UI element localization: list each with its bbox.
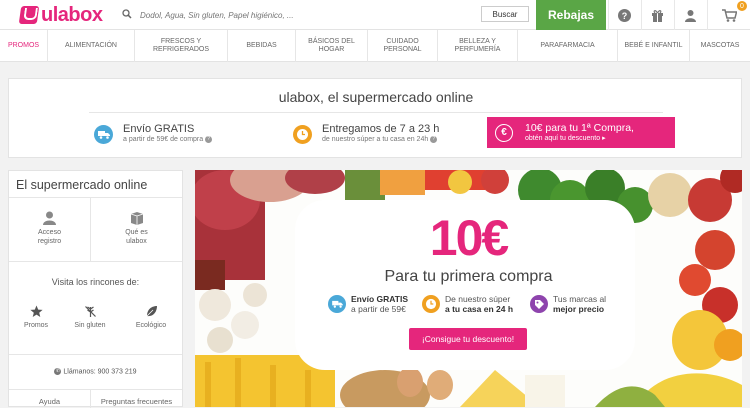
promo-sub-text: obtén aquí tu descuento — [525, 135, 601, 142]
search-input[interactable] — [140, 6, 470, 24]
what-is-ulabox-link[interactable]: Qué es ulabox — [91, 211, 182, 246]
corner-eco-link[interactable]: Ecológico — [125, 305, 177, 330]
divider — [9, 354, 182, 355]
first-purchase-promo[interactable]: € 10€ para tu 1ª Compra, obtén aquí tu d… — [487, 117, 675, 148]
hero-shipping-line1: Envío GRATIS — [351, 294, 408, 304]
hero-delivery-line1: De nuestro súper — [445, 294, 511, 304]
delivery-feature: Entregamos de 7 a 23 h de nuestro súper … — [293, 119, 439, 149]
corner-gluten-label: Sin gluten — [74, 322, 106, 329]
euro-icon: € — [495, 123, 513, 142]
hero-shipping-line2: a partir de 59€ — [351, 304, 406, 314]
tag-icon — [530, 295, 548, 313]
hero-brands-feature: Tus marcas al mejor precio — [530, 294, 606, 314]
wheat-crossed-icon — [84, 306, 96, 317]
clock-icon — [293, 124, 312, 144]
nav-promos[interactable]: PROMOS — [0, 30, 48, 62]
corner-eco-label: Ecológico — [135, 322, 167, 329]
divider — [9, 197, 182, 198]
account-button[interactable] — [674, 0, 706, 30]
truck-icon — [328, 295, 346, 313]
cart-icon — [721, 8, 737, 22]
sale-button[interactable]: Rebajas — [536, 0, 606, 30]
nav-bebidas[interactable]: BEBIDAS — [228, 30, 296, 62]
nav-frescos[interactable]: FRESCOS Y REFRIGERADOS — [135, 30, 228, 62]
help-icon: ? — [618, 8, 631, 22]
hero-brands-line2: mejor precio — [553, 304, 605, 314]
svg-text:?: ? — [622, 11, 628, 21]
corner-promos-link[interactable]: Promos — [15, 305, 57, 330]
promo-main-text: 10€ para tu 1ª Compra, — [525, 122, 634, 134]
star-icon — [29, 305, 43, 317]
nav-parafarmacia[interactable]: PARAFARMACIA — [518, 30, 618, 62]
search-icon — [122, 9, 132, 19]
welcome-title: ulabox, el supermercado online — [278, 89, 474, 105]
faq-link[interactable]: Preguntas frecuentes — [91, 397, 182, 406]
clock-icon — [422, 295, 440, 313]
play-arrow-icon: ▸ — [602, 135, 606, 142]
leaf-icon — [146, 306, 157, 317]
info-icon[interactable]: ? — [205, 135, 213, 143]
shipping-main-text: Envío GRATIS — [123, 123, 195, 135]
help-button[interactable]: ? — [608, 0, 640, 30]
access-register-link[interactable]: Acceso registro — [9, 211, 90, 246]
sidebar-title: El supermercado online — [16, 178, 148, 192]
get-discount-button[interactable]: ¡Consigue tu descuento! — [409, 328, 527, 350]
hero-delivery-line2: a tu casa en 24 h — [445, 304, 514, 314]
corner-gluten-link[interactable]: Sin gluten — [67, 305, 113, 330]
hero-shipping-feature: Envío GRATIS a partir de 59€ — [328, 294, 408, 314]
nav-cuidado-personal[interactable]: CUIDADO PERSONAL — [368, 30, 438, 62]
logo-mark-icon — [18, 6, 40, 24]
hero-subtitle: Para tu primera compra — [384, 268, 553, 285]
cart-count-badge: 0 — [737, 1, 747, 11]
phone-icon: ✆ — [54, 368, 62, 375]
logo-text: ulabox — [41, 3, 103, 26]
delivery-sub-text: de nuestro súper a tu casa en 24h — [322, 136, 429, 143]
phone-contact[interactable]: ✆ Llámanos: 900 373 219 — [9, 368, 182, 375]
help-link[interactable]: Ayuda — [9, 397, 90, 406]
delivery-main-text: Entregamos de 7 a 23 h — [322, 123, 440, 135]
box-icon — [130, 212, 143, 225]
ulabox-label: ulabox — [126, 238, 147, 245]
truck-icon — [94, 124, 113, 144]
food-frame-image — [195, 170, 742, 407]
corners-title: Visita los rincones de: — [51, 277, 140, 287]
nav-bebe[interactable]: BEBÉ E INFANTIL — [618, 30, 690, 62]
divider — [9, 389, 182, 390]
register-label: registro — [37, 238, 62, 245]
nav-alimentacion[interactable]: ALIMENTACIÓN — [48, 30, 135, 62]
free-shipping-feature: Envío GRATIS a partir de 59€ de compra ? — [94, 119, 213, 149]
access-label: Acceso — [38, 229, 61, 236]
ulabox-logo[interactable]: ulabox — [18, 3, 103, 26]
user-icon — [685, 9, 696, 22]
nav-mascotas[interactable]: MASCOTAS — [690, 30, 750, 62]
hero-discount-amount: 10€ — [429, 210, 509, 266]
phone-text: Llámanos: 900 373 219 — [63, 368, 137, 376]
hero-banner[interactable]: 10€ Para tu primera compra Envío GRATIS a… — [195, 170, 742, 407]
category-nav: PROMOS ALIMENTACIÓN FRESCOS Y REFRIGERAD… — [0, 30, 750, 62]
gift-icon — [652, 9, 663, 22]
top-bar: ulabox Buscar Rebajas ? 0 — [0, 0, 750, 30]
what-label: Qué es — [125, 229, 148, 236]
search-button[interactable]: Buscar — [481, 6, 529, 22]
hero-brands-line1: Tus marcas al — [553, 294, 607, 304]
nav-basicos-hogar[interactable]: BÁSICOS DEL HOGAR — [296, 30, 368, 62]
divider — [89, 112, 663, 113]
welcome-panel: ulabox, el supermercado online Envío GRA… — [8, 78, 742, 158]
sidebar: El supermercado online Acceso registro Q… — [8, 170, 183, 408]
hero-delivery-feature: De nuestro súper a tu casa en 24 h — [422, 294, 513, 314]
nav-belleza[interactable]: BELLEZA Y PERFUMERÍA — [438, 30, 518, 62]
corner-promos-label: Promos — [23, 322, 49, 329]
info-icon[interactable]: ? — [430, 135, 438, 143]
user-icon — [43, 211, 56, 225]
gift-button[interactable] — [641, 0, 673, 30]
cart-button[interactable]: 0 — [707, 0, 750, 30]
divider — [9, 261, 182, 262]
shipping-sub-text: a partir de 59€ de compra — [123, 136, 204, 143]
